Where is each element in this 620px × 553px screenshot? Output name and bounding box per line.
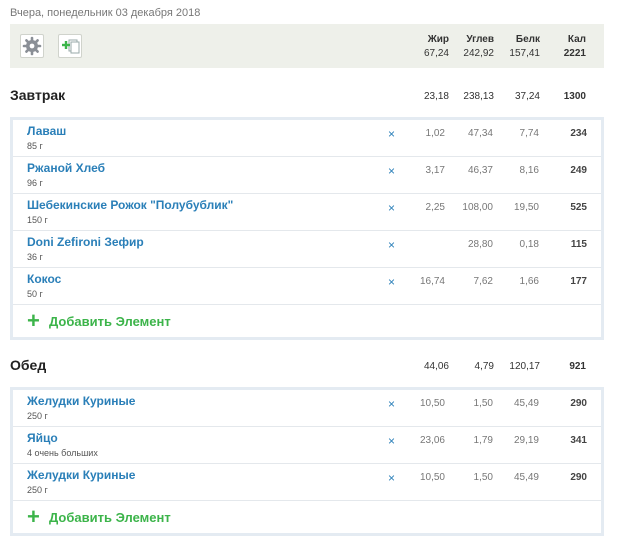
food-item: Желудки Куриные 250 г × 10,50 1,50 45,49… bbox=[13, 464, 601, 501]
add-copy-icon bbox=[62, 39, 80, 54]
settings-button[interactable] bbox=[20, 34, 44, 58]
meal-header-breakfast: Завтрак 23,18 238,13 37,24 1300 bbox=[10, 85, 604, 109]
food-calories: 177 bbox=[570, 276, 587, 287]
plus-icon: + bbox=[27, 504, 40, 529]
food-item: Лаваш 85 г × 1,02 47,34 7,74 234 bbox=[13, 120, 601, 157]
food-item: Ржаной Хлеб 96 г × 3,17 46,37 8,16 249 bbox=[13, 157, 601, 194]
meal-title: Завтрак bbox=[10, 87, 66, 103]
daily-totals-bar: Жир Углев Белк Кал 67,24 242,92 157,41 2… bbox=[10, 24, 604, 68]
food-name-link[interactable]: Лаваш bbox=[27, 124, 66, 138]
food-calories: 115 bbox=[570, 239, 587, 250]
food-quantity: 96 г bbox=[27, 178, 43, 188]
food-item: Шебекинские Рожок "Полубублик" 150 г × 2… bbox=[13, 194, 601, 231]
date-label: Вчера, понедельник 03 декабря 2018 bbox=[10, 7, 201, 19]
food-name-link[interactable]: Желудки Куриные bbox=[27, 468, 135, 482]
food-quantity: 36 г bbox=[27, 252, 43, 262]
gear-icon bbox=[22, 36, 42, 56]
add-item-button[interactable]: + Добавить Элемент bbox=[13, 501, 601, 533]
meal-calories: 1300 bbox=[563, 91, 586, 102]
meal-title: Обед bbox=[10, 357, 47, 373]
food-calories: 525 bbox=[570, 202, 587, 213]
food-item: Желудки Куриные 250 г × 10,50 1,50 45,49… bbox=[13, 390, 601, 427]
add-item-label: Добавить Элемент bbox=[49, 314, 171, 329]
food-calories: 234 bbox=[570, 128, 587, 139]
food-quantity: 250 г bbox=[27, 411, 48, 421]
meal-header-lunch: Обед 44,06 4,79 120,17 921 bbox=[10, 355, 604, 379]
food-quantity: 85 г bbox=[27, 141, 43, 151]
header-calories-label: Кал bbox=[567, 34, 586, 45]
food-name-link[interactable]: Ржаной Хлеб bbox=[27, 161, 105, 175]
food-quantity: 250 г bbox=[27, 485, 48, 495]
add-copy-button[interactable] bbox=[58, 34, 82, 58]
food-quantity: 4 очень больших bbox=[27, 448, 98, 458]
food-calories: 249 bbox=[570, 165, 587, 176]
meal-calories: 921 bbox=[569, 361, 586, 372]
total-calories: 2221 bbox=[563, 48, 586, 59]
food-quantity: 150 г bbox=[27, 215, 48, 225]
meal-list-lunch: Желудки Куриные 250 г × 10,50 1,50 45,49… bbox=[10, 387, 604, 536]
food-item: Кокос 50 г × 16,74 7,62 1,66 177 bbox=[13, 268, 601, 305]
add-item-label: Добавить Элемент bbox=[49, 510, 171, 525]
food-name-link[interactable]: Doni Zefironi Зефир bbox=[27, 235, 144, 249]
food-name-link[interactable]: Желудки Куриные bbox=[27, 394, 135, 408]
plus-icon: + bbox=[27, 308, 40, 333]
food-calories: 341 bbox=[570, 435, 587, 446]
food-name-link[interactable]: Шебекинские Рожок "Полубублик" bbox=[27, 198, 233, 212]
add-item-button[interactable]: + Добавить Элемент bbox=[13, 305, 601, 337]
meal-list-breakfast: Лаваш 85 г × 1,02 47,34 7,74 234 Ржаной … bbox=[10, 117, 604, 340]
food-item: Яйцо 4 очень больших × 23,06 1,79 29,19 … bbox=[13, 427, 601, 464]
food-calories: 290 bbox=[570, 398, 587, 409]
food-quantity: 50 г bbox=[27, 289, 43, 299]
food-name-link[interactable]: Кокос bbox=[27, 272, 61, 286]
delete-icon[interactable]: × bbox=[388, 238, 395, 252]
food-name-link[interactable]: Яйцо bbox=[27, 431, 58, 445]
food-item: Doni Zefironi Зефир 36 г × 28,80 0,18 11… bbox=[13, 231, 601, 268]
food-calories: 290 bbox=[570, 472, 587, 483]
